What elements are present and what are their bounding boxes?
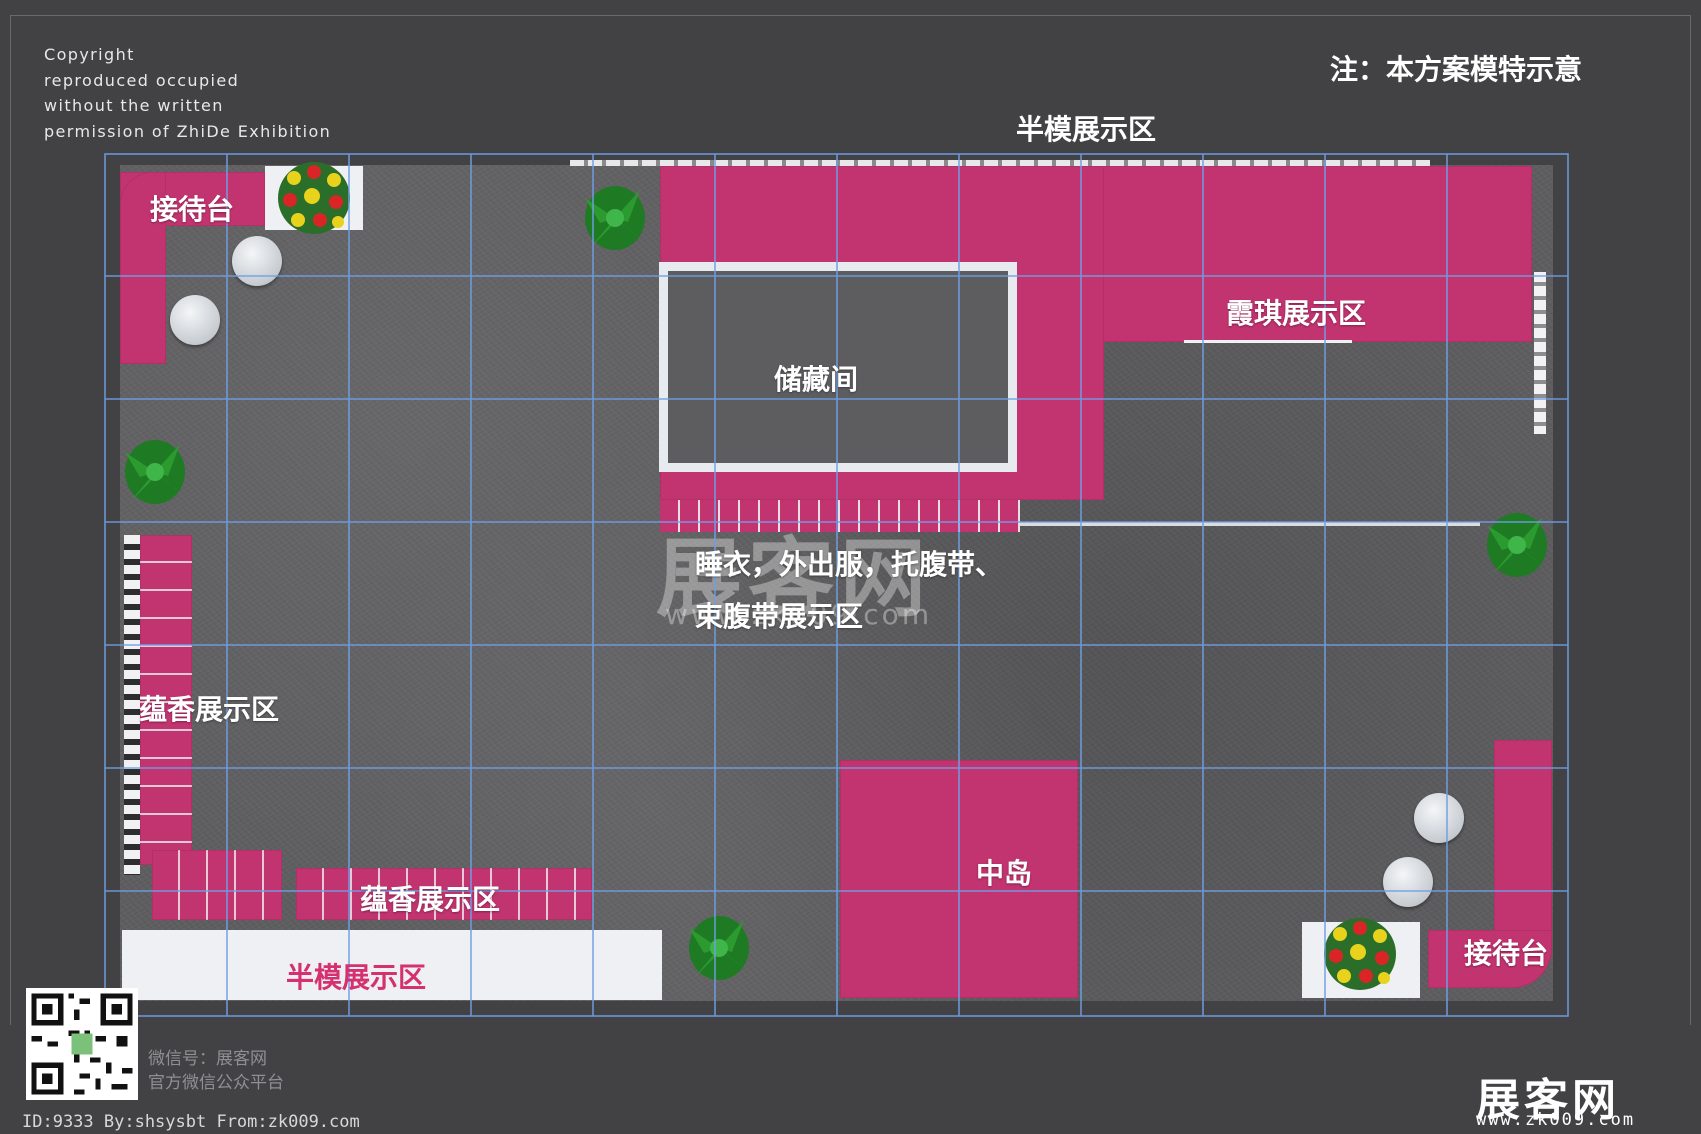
label-sleepwear-line-2: 束腹带展示区: [695, 600, 864, 633]
footer-id-line: ID:9333 By:shsysbt From:zk009.com: [22, 1112, 360, 1132]
label-xiaqi-display: 霞琪展示区: [1226, 297, 1367, 330]
label-middle-island: 中岛: [976, 857, 1033, 890]
wechat-info: 微信号：展客网 官方微信公众平台: [148, 1047, 284, 1095]
label-yunxiang-left: 蕴香展示区: [139, 693, 280, 726]
qr-code-icon: [26, 988, 138, 1100]
label-sleepwear-line-1: 睡衣，外出服，托腹带、: [695, 548, 1004, 581]
label-reception-top-left: 接待台: [150, 193, 235, 226]
label-yunxiang-bottom: 蕴香展示区: [360, 883, 501, 916]
wechat-line-2: 官方微信公众平台: [148, 1073, 284, 1093]
label-storage-room: 储藏间: [774, 363, 859, 396]
brand-url: www.zk009.com: [1476, 1110, 1636, 1130]
label-reception-bottom-right: 接待台: [1464, 937, 1549, 970]
wechat-line-1: 微信号：展客网: [148, 1049, 267, 1069]
label-half-model-bottom: 半模展示区: [286, 961, 427, 994]
